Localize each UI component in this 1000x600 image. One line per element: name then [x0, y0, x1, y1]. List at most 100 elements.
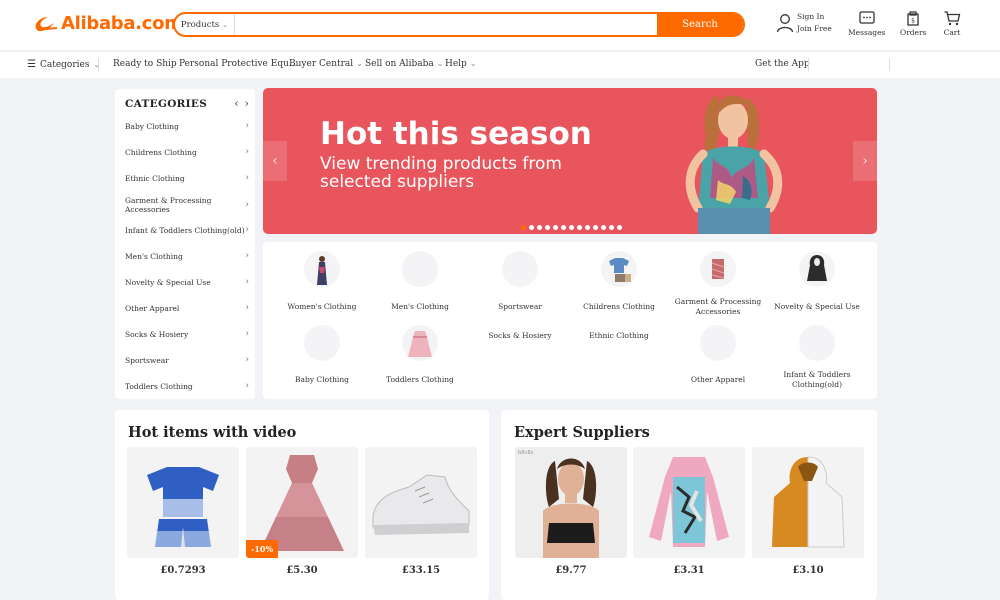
- product-card[interactable]: £0.7293: [127, 447, 239, 576]
- sidebar-item-label: Garment & Processing Accessories: [125, 196, 212, 214]
- sign-in-label: Sign In: [797, 12, 825, 21]
- search-button[interactable]: Search: [657, 14, 743, 35]
- get-the-app-link[interactable]: Get the App: [755, 59, 810, 69]
- banner-dot[interactable]: [609, 225, 614, 230]
- product-image-tag: b8n8s: [518, 450, 534, 456]
- sidebar-item-other-apparel[interactable]: Other Apparel ›: [125, 304, 249, 314]
- chevron-left-icon[interactable]: ‹: [234, 97, 238, 110]
- banner-dot[interactable]: [529, 225, 534, 230]
- category-womens-clothing[interactable]: Women's Clothing: [272, 251, 372, 311]
- sell-on-alibaba-label: Sell on Alibaba: [365, 59, 434, 69]
- expert-suppliers-title: Expert Suppliers: [514, 424, 650, 441]
- product-card[interactable]: -10% £5.30: [246, 447, 358, 576]
- banner-dot[interactable]: [593, 225, 598, 230]
- ppe-link[interactable]: Personal Protective Equ...: [179, 59, 297, 69]
- product-card[interactable]: £3.10: [752, 447, 864, 576]
- sidebar-item-label: Childrens Clothing: [125, 148, 197, 157]
- search-category-label: Products: [180, 19, 220, 30]
- product-image: b8n8s: [515, 447, 627, 558]
- product-card[interactable]: b8n8s £9.77: [515, 447, 627, 576]
- banner-title: Hot this season: [320, 116, 592, 152]
- category-label: Childrens Clothing: [583, 302, 655, 311]
- category-image: [304, 325, 340, 361]
- categories-title: CATEGORIES: [125, 98, 208, 110]
- product-card[interactable]: £33.15: [365, 447, 477, 576]
- ready-to-ship-link[interactable]: Ready to Ship: [113, 59, 177, 69]
- categories-sidebar: CATEGORIES ‹ › Baby Clothing › Childrens …: [115, 89, 255, 399]
- category-mens-clothing[interactable]: Men's Clothing: [370, 251, 470, 311]
- expert-suppliers-panel: Expert Suppliers b8n8s £9.77 £3.31 £3.10: [501, 410, 877, 600]
- chevron-right-icon: ›: [245, 329, 249, 339]
- search-input[interactable]: [235, 14, 657, 35]
- sidebar-item-garment-accessories[interactable]: Garment & Processing Accessories ›: [125, 196, 249, 214]
- chevron-down-icon: ⌄: [222, 20, 229, 29]
- chevron-right-icon[interactable]: ›: [245, 97, 249, 110]
- hero-banner[interactable]: ‹ › Hot this season View trending produc…: [263, 88, 877, 234]
- orders-label: Orders: [900, 28, 927, 37]
- sidebar-item-toddlers-clothing[interactable]: Toddlers Clothing ›: [125, 382, 249, 392]
- categories-pager: ‹ ›: [234, 97, 249, 110]
- category-infant-toddlers-old[interactable]: Infant & Toddlers Clothing(old): [767, 325, 867, 389]
- category-image: [799, 325, 835, 361]
- banner-dot[interactable]: [569, 225, 574, 230]
- banner-next-button[interactable]: ›: [853, 141, 877, 181]
- banner-dot[interactable]: [585, 225, 590, 230]
- category-sportswear[interactable]: Sportswear: [470, 251, 570, 311]
- product-price: £3.31: [673, 565, 705, 576]
- svg-text:$: $: [911, 18, 915, 25]
- sidebar-item-childrens-clothing[interactable]: Childrens Clothing ›: [125, 148, 249, 158]
- messages-link[interactable]: Messages: [848, 10, 885, 37]
- cart-link[interactable]: Cart: [943, 10, 961, 37]
- category-label: Infant & Toddlers Clothing(old): [783, 370, 851, 389]
- sidebar-item-socks-hosiery[interactable]: Socks & Hosiery ›: [125, 329, 249, 340]
- sign-in-link[interactable]: Sign In Join Free: [776, 11, 832, 35]
- divider: [98, 58, 99, 71]
- category-other-apparel[interactable]: Other Apparel: [668, 325, 768, 384]
- sidebar-item-infant-toddlers-old[interactable]: Infant & Toddlers Clothing(old) ›: [125, 225, 249, 236]
- search-bar: Products ⌄ Search: [173, 12, 745, 37]
- sidebar-item-mens-clothing[interactable]: Men's Clothing ›: [125, 252, 249, 262]
- banner-dot[interactable]: [561, 225, 566, 230]
- banner-dot[interactable]: [521, 225, 526, 230]
- banner-dot[interactable]: [617, 225, 622, 230]
- banner-dot[interactable]: [601, 225, 606, 230]
- chevron-left-icon: ‹: [272, 153, 278, 169]
- banner-dot[interactable]: [545, 225, 550, 230]
- category-label: Sportswear: [498, 302, 542, 311]
- help-menu[interactable]: Help ⌄: [445, 59, 477, 69]
- category-toddlers-clothing[interactable]: Toddlers Clothing: [370, 325, 470, 384]
- chevron-down-icon: ⌄: [356, 59, 363, 68]
- category-garment-accessories[interactable]: Garment & Processing Accessories: [668, 251, 768, 316]
- banner-prev-button[interactable]: ‹: [263, 141, 287, 181]
- category-label: Baby Clothing: [295, 375, 349, 384]
- chevron-right-icon: ›: [862, 153, 868, 169]
- category-image: [402, 251, 438, 287]
- alibaba-logo-text: Alibaba.com: [61, 13, 183, 34]
- sidebar-item-sportswear[interactable]: Sportswear ›: [125, 356, 249, 366]
- sidebar-item-baby-clothing[interactable]: Baby Clothing ›: [125, 121, 249, 132]
- category-childrens-clothing[interactable]: Childrens Clothing: [569, 251, 669, 311]
- chevron-right-icon: ›: [245, 121, 249, 131]
- search-category-select[interactable]: Products ⌄: [175, 14, 235, 35]
- sidebar-item-ethnic-clothing[interactable]: Ethnic Clothing ›: [125, 174, 249, 184]
- category-novelty-special-use[interactable]: Novelty & Special Use: [767, 251, 867, 311]
- category-image: [502, 251, 538, 287]
- sidebar-item-label: Socks & Hosiery: [125, 330, 189, 339]
- product-card[interactable]: £3.31: [633, 447, 745, 576]
- buyer-central-menu[interactable]: Buyer Central ⌄: [289, 59, 363, 69]
- discount-badge: -10%: [246, 540, 279, 558]
- sidebar-item-label: Baby Clothing: [125, 122, 179, 131]
- banner-dot[interactable]: [577, 225, 582, 230]
- chevron-right-icon: ›: [245, 225, 249, 235]
- categories-menu[interactable]: ☰ Categories ⌄: [27, 59, 100, 70]
- sell-on-alibaba-menu[interactable]: Sell on Alibaba ⌄: [365, 59, 443, 69]
- orders-link[interactable]: $ Orders: [900, 10, 926, 37]
- category-baby-clothing[interactable]: Baby Clothing: [272, 325, 372, 384]
- sidebar-item-novelty[interactable]: Novelty & Special Use ›: [125, 278, 249, 288]
- user-icon: [776, 14, 794, 33]
- sub-navigation: ☰ Categories ⌄ Ready to Ship Personal Pr…: [0, 51, 1000, 78]
- banner-dot[interactable]: [553, 225, 558, 230]
- alibaba-logo[interactable]: Alibaba.com: [32, 13, 183, 34]
- banner-dot[interactable]: [537, 225, 542, 230]
- message-icon: [859, 11, 875, 24]
